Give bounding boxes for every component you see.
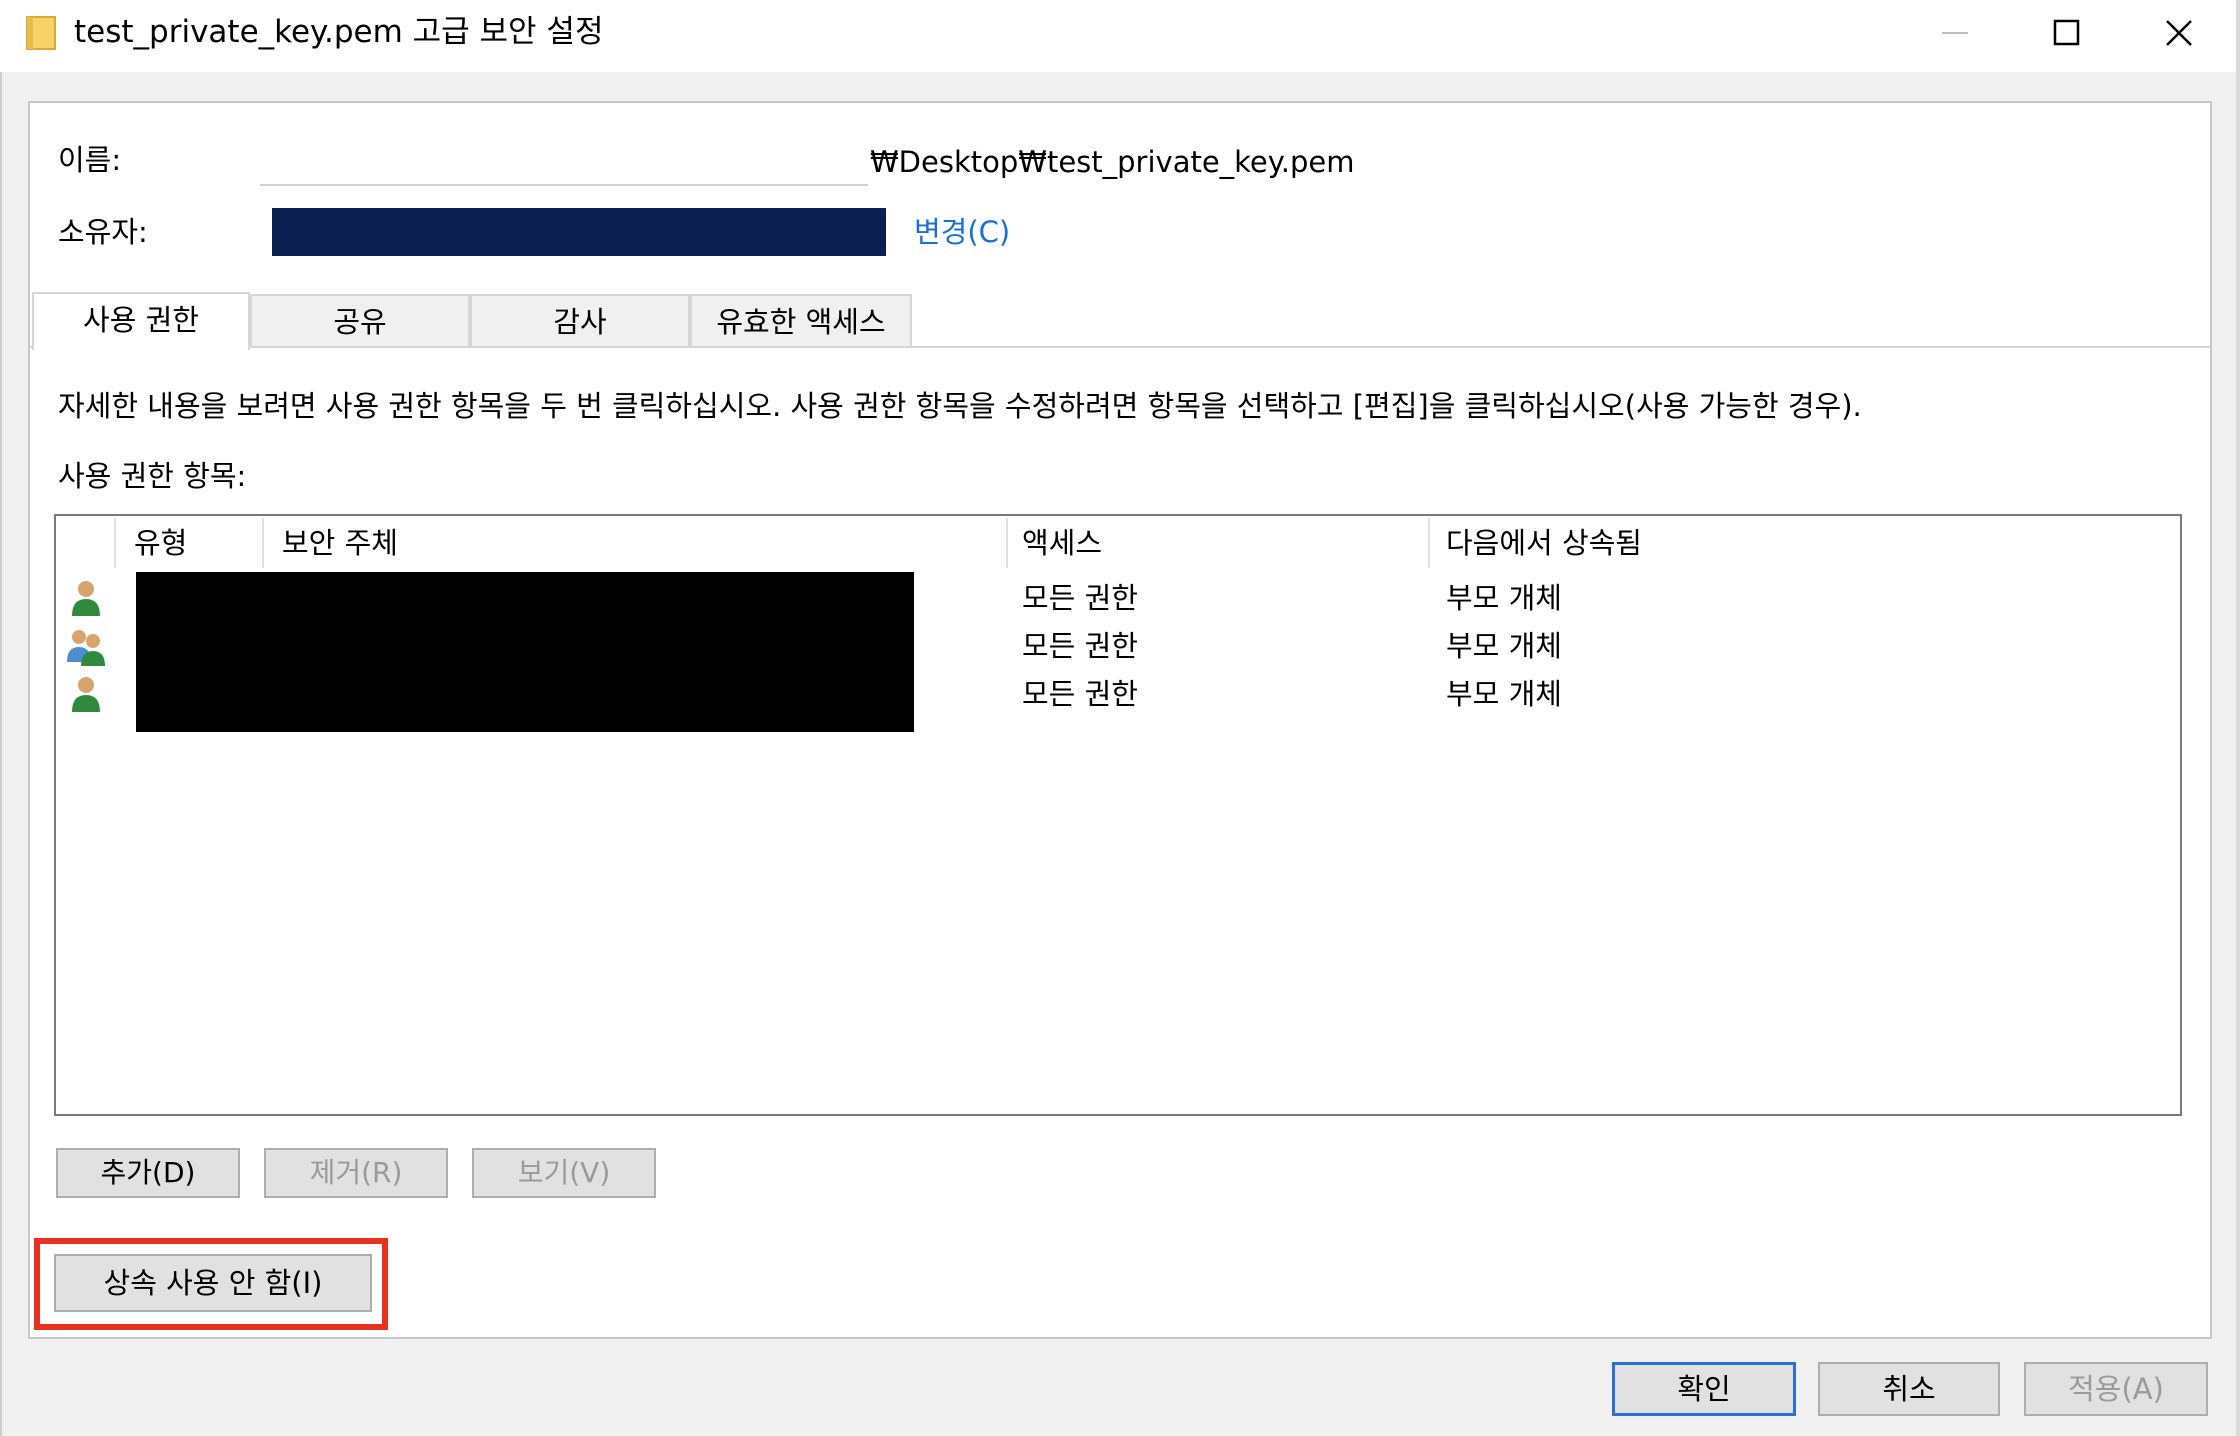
name-field[interactable]: [260, 136, 868, 186]
entries-label: 사용 권한 항목:: [58, 459, 247, 493]
window-edge-left: [0, 72, 2, 1436]
row-inherited-from: 부모 개체: [1446, 581, 1562, 615]
row-access: 모든 권한: [1022, 677, 1138, 711]
remove-button[interactable]: 제거(R): [264, 1148, 448, 1198]
maximize-icon: [2053, 19, 2080, 46]
view-button[interactable]: 보기(V): [472, 1148, 656, 1198]
column-header-principal[interactable]: 보안 주체: [282, 520, 398, 566]
close-button[interactable]: [2124, 0, 2234, 66]
window-title: test_private_key.pem 고급 보안 설정: [74, 14, 604, 50]
owner-label: 소유자:: [58, 215, 148, 249]
minimize-icon: [1942, 32, 1968, 34]
user-icon: [66, 578, 106, 618]
row-inherited-from: 부모 개체: [1446, 677, 1562, 711]
user-icon: [66, 674, 106, 714]
name-path: ₩Desktop₩test_private_key.pem: [870, 145, 1355, 179]
minimize-button[interactable]: [1900, 0, 2010, 66]
column-separator: [1006, 518, 1008, 568]
owner-change-link[interactable]: 변경(C): [914, 212, 1010, 252]
tab-share[interactable]: 공유: [250, 294, 470, 346]
principal-redacted: [136, 572, 914, 732]
cancel-button[interactable]: 취소: [1818, 1362, 2000, 1416]
name-label: 이름:: [58, 143, 122, 177]
folder-icon: [26, 14, 56, 50]
column-separator: [1428, 518, 1430, 568]
column-header-access[interactable]: 액세스: [1022, 520, 1102, 566]
row-access: 모든 권한: [1022, 581, 1138, 615]
column-header-type[interactable]: 유형: [134, 520, 187, 566]
tab-effective-access[interactable]: 유효한 액세스: [690, 294, 912, 346]
column-header-inherited-from[interactable]: 다음에서 상속됨: [1446, 520, 1642, 566]
ok-button[interactable]: 확인: [1612, 1362, 1796, 1416]
row-inherited-from: 부모 개체: [1446, 629, 1562, 663]
row-access: 모든 권한: [1022, 629, 1138, 663]
group-icon: [66, 626, 106, 666]
column-separator: [114, 518, 116, 568]
disable-inheritance-button[interactable]: 상속 사용 안 함(I): [54, 1254, 372, 1312]
tab-permissions[interactable]: 사용 권한: [32, 292, 250, 350]
tab-audit[interactable]: 감사: [470, 294, 690, 346]
info-text: 자세한 내용을 보려면 사용 권한 항목을 두 번 클릭하십시오. 사용 권한 …: [58, 389, 1862, 423]
close-icon: [2166, 20, 2192, 46]
column-separator: [262, 518, 264, 568]
maximize-button[interactable]: [2012, 0, 2122, 66]
window-edge: [2236, 0, 2240, 1436]
owner-value-redacted: [272, 208, 886, 256]
apply-button[interactable]: 적용(A): [2024, 1362, 2208, 1416]
add-button[interactable]: 추가(D): [56, 1148, 240, 1198]
